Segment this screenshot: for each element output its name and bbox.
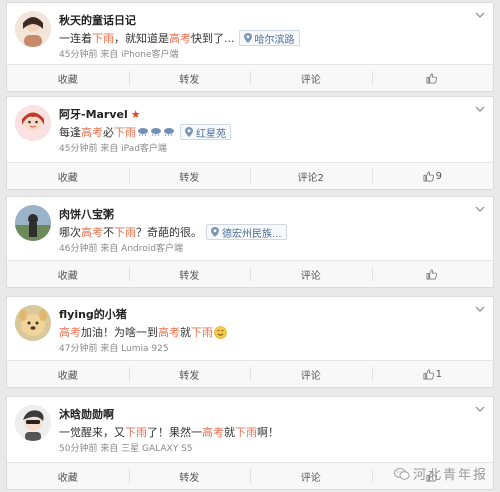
map-pin-icon xyxy=(211,227,219,237)
forward-button[interactable]: 转发 xyxy=(128,163,251,189)
action-bar: 收藏 转发 评论 xyxy=(7,64,493,91)
action-bar: 收藏 转发 评论 xyxy=(7,260,493,287)
location-tag[interactable]: 哈尔滨路 xyxy=(238,30,300,46)
post-text: 高考 加油！为啥一到 高考就下雨 xyxy=(59,324,227,340)
forward-button[interactable]: 转发 xyxy=(128,463,251,489)
post-text: 哪次 高考不下雨 ？奇葩的很。 德宏州民族... xyxy=(59,224,287,240)
post-meta: 45分钟前 来自 iPhone客户端 xyxy=(59,50,179,60)
avatar[interactable] xyxy=(15,11,51,47)
chevron-down-icon[interactable] xyxy=(475,105,485,113)
location-tag[interactable]: 红星苑 xyxy=(180,124,231,140)
comment-button[interactable]: 评论 xyxy=(250,463,372,489)
post-card: flying的小猪 高考 加油！为啥一到 高考就下雨 47分钟前 来自 Lumia … xyxy=(6,296,494,388)
username[interactable]: 秋天的童话日记 xyxy=(59,12,136,28)
post-text: 一连着 下雨 ，就知道是 高考 快到了... 哈尔滨路 xyxy=(59,30,300,46)
avatar[interactable] xyxy=(15,305,51,341)
watermark: 河北青年报 xyxy=(393,464,488,483)
chevron-down-icon[interactable] xyxy=(475,205,485,213)
favorite-button[interactable]: 收藏 xyxy=(7,361,129,387)
thumbs-up-icon xyxy=(426,73,437,83)
post-text: 一觉醒来，又 下雨 了！果然一 高考就下雨 啊！ xyxy=(59,426,279,439)
action-bar: 收藏 转发 评论2 9 xyxy=(7,162,493,189)
post-meta: 50分钟前 来自 三星 GALAXY S5 xyxy=(59,444,193,454)
avatar[interactable] xyxy=(15,105,51,141)
chevron-down-icon[interactable] xyxy=(475,11,485,19)
avatar[interactable] xyxy=(15,205,51,241)
forward-button[interactable]: 转发 xyxy=(128,261,251,287)
post-meta: 47分钟前 来自 Lumia 925 xyxy=(59,344,169,354)
username[interactable]: flying的小猪 xyxy=(59,306,127,322)
thumbs-up-icon xyxy=(423,369,434,379)
forward-button[interactable]: 转发 xyxy=(128,65,251,91)
like-button[interactable] xyxy=(371,65,494,91)
post-meta: 46分钟前 来自 Android客户端 xyxy=(59,244,183,254)
rain-cloud-icon xyxy=(137,127,176,137)
action-bar: 收藏 转发 评论 1 xyxy=(7,360,493,387)
location-tag[interactable]: 德宏州民族... xyxy=(206,224,287,240)
like-button[interactable] xyxy=(371,261,494,287)
post-card: 肉饼八宝粥 哪次 高考不下雨 ？奇葩的很。 德宏州民族... 46分钟前 来自 An… xyxy=(6,196,494,288)
chevron-down-icon[interactable] xyxy=(475,305,485,313)
like-button[interactable]: 9 xyxy=(371,163,494,189)
post-text: 每逢 高考 必下雨 红星苑 xyxy=(59,124,231,140)
username[interactable]: 阿牙-Marvel ★ xyxy=(59,106,141,122)
username[interactable]: 沐晗勋勋啊 xyxy=(59,406,114,422)
map-pin-icon xyxy=(185,127,193,137)
comment-button[interactable]: 评论 xyxy=(250,65,372,91)
favorite-button[interactable]: 收藏 xyxy=(7,163,129,189)
favorite-button[interactable]: 收藏 xyxy=(7,261,129,287)
post-card: 秋天的童话日记 一连着 下雨 ，就知道是 高考 快到了... 哈尔滨路 45分钟前 来自… xyxy=(6,2,494,92)
like-button[interactable]: 1 xyxy=(371,361,494,387)
thumbs-up-icon xyxy=(423,171,434,181)
comment-button[interactable]: 评论2 xyxy=(250,163,372,189)
chevron-down-icon[interactable] xyxy=(475,405,485,413)
comment-button[interactable]: 评论 xyxy=(250,361,372,387)
map-pin-icon xyxy=(243,33,252,43)
comment-button[interactable]: 评论 xyxy=(250,261,372,287)
avatar[interactable] xyxy=(15,405,51,441)
forward-button[interactable]: 转发 xyxy=(128,361,251,387)
favorite-button[interactable]: 收藏 xyxy=(7,65,129,91)
thumbs-up-icon xyxy=(426,269,437,279)
smiling-face-icon xyxy=(214,325,227,339)
post-meta: 45分钟前 来自 iPad客户端 xyxy=(59,144,167,154)
post-card: 阿牙-Marvel ★ 每逢 高考 必下雨 红星苑 45分钟前 来自 iPad客户端… xyxy=(6,96,494,190)
favorite-button[interactable]: 收藏 xyxy=(7,463,129,489)
username[interactable]: 肉饼八宝粥 xyxy=(59,206,114,222)
vip-star-icon: ★ xyxy=(130,108,141,121)
wechat-icon xyxy=(393,467,410,480)
